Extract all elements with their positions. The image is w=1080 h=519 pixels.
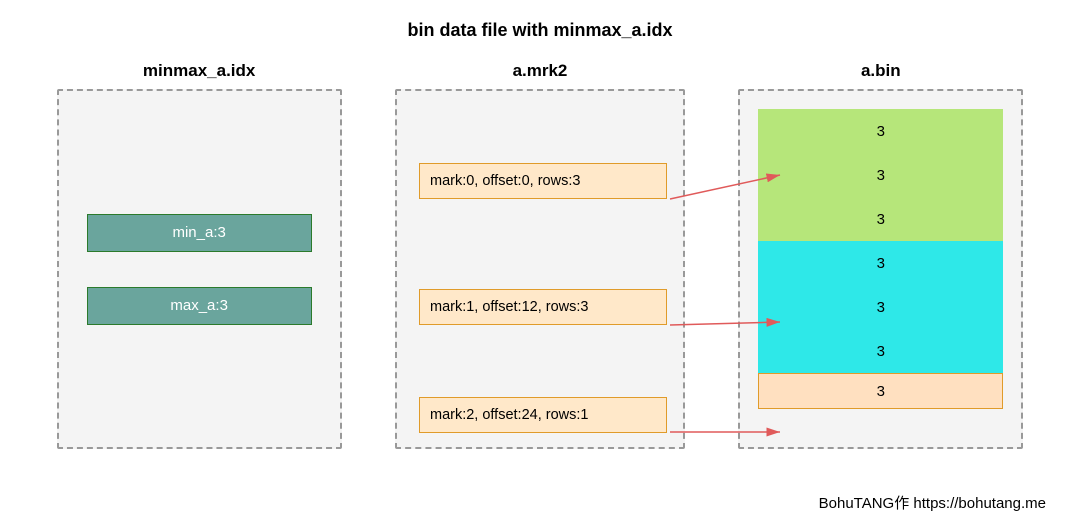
bin-cell: 3 <box>758 241 1003 285</box>
bin-group-1: 3 3 3 <box>758 241 1003 373</box>
diagram-container: minmax_a.idx min_a:3 max_a:3 a.mrk2 mark… <box>0 51 1080 449</box>
bin-panel-wrap: a.bin 3 3 3 3 3 3 3 <box>738 61 1023 449</box>
footer-credit: BohuTANG作 https://bohutang.me <box>819 492 1046 513</box>
bin-panel-label: a.bin <box>738 61 1023 81</box>
bin-cell: 3 <box>758 373 1003 409</box>
idx-panel-wrap: minmax_a.idx min_a:3 max_a:3 <box>57 61 342 449</box>
mark-row-0: mark:0, offset:0, rows:3 <box>419 163 667 199</box>
idx-max-box: max_a:3 <box>87 287 312 325</box>
mrk-panel: mark:0, offset:0, rows:3 mark:1, offset:… <box>395 89 685 449</box>
mrk-panel-label: a.mrk2 <box>395 61 685 81</box>
mark-row-1: mark:1, offset:12, rows:3 <box>419 289 667 325</box>
bin-cell: 3 <box>758 329 1003 373</box>
bin-cell: 3 <box>758 285 1003 329</box>
bin-group-2: 3 <box>758 373 1003 409</box>
mrk-panel-wrap: a.mrk2 mark:0, offset:0, rows:3 mark:1, … <box>395 61 685 449</box>
idx-panel: min_a:3 max_a:3 <box>57 89 342 449</box>
idx-min-box: min_a:3 <box>87 214 312 252</box>
mark-row-2: mark:2, offset:24, rows:1 <box>419 397 667 433</box>
bin-group-0: 3 3 3 <box>758 109 1003 241</box>
diagram-title: bin data file with minmax_a.idx <box>0 0 1080 51</box>
bin-panel: 3 3 3 3 3 3 3 <box>738 89 1023 449</box>
idx-panel-label: minmax_a.idx <box>57 61 342 81</box>
bin-cell: 3 <box>758 153 1003 197</box>
bin-cell: 3 <box>758 109 1003 153</box>
bin-cell: 3 <box>758 197 1003 241</box>
